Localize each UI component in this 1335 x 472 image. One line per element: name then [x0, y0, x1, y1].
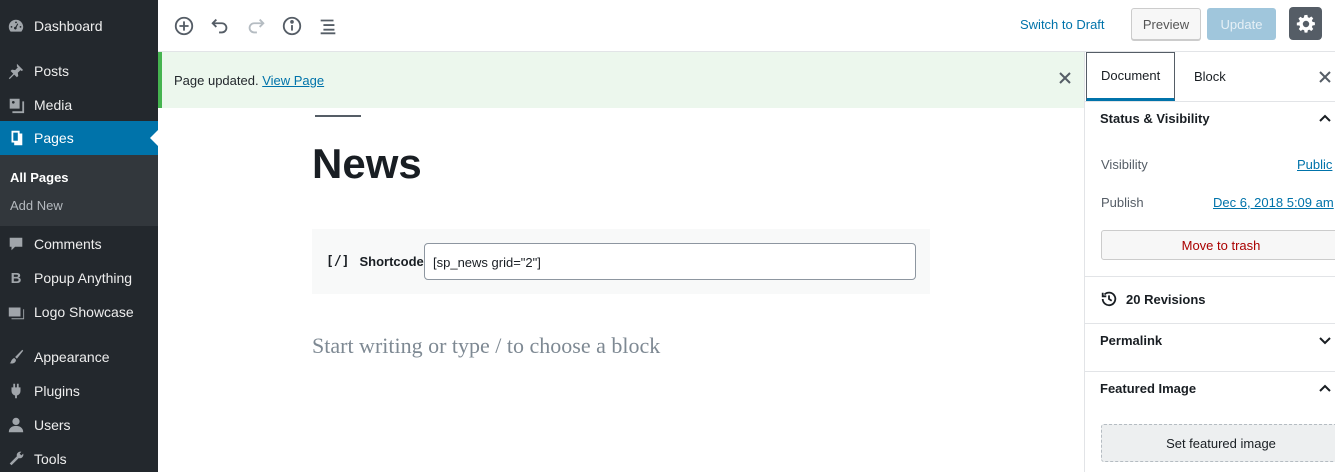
pages-submenu: All Pages Add New [0, 155, 158, 226]
shortcode-label: [/] Shortcode [326, 254, 424, 269]
chevron-up-icon [1319, 114, 1331, 122]
chevron-down-icon [1319, 337, 1331, 345]
redo-icon[interactable] [242, 12, 270, 40]
tab-document[interactable]: Document [1086, 52, 1176, 101]
dashboard-icon [6, 16, 26, 36]
divider [1085, 371, 1335, 372]
menu-label: Appearance [34, 349, 110, 365]
panel-title: Status & Visibility [1100, 110, 1210, 126]
submenu-all-pages[interactable]: All Pages [10, 170, 69, 185]
undo-icon[interactable] [206, 12, 234, 40]
b-icon: B [10, 269, 22, 287]
menu-label: Comments [34, 236, 102, 252]
menu-label: Pages [34, 130, 74, 146]
settings-button[interactable] [1289, 7, 1322, 40]
shortcode-icon: [/] [326, 254, 350, 269]
menu-item-tools[interactable]: Tools [0, 442, 158, 472]
editor-canvas: News [/] Shortcode [sp_news grid="2"] St… [158, 108, 1084, 472]
menu-item-pages[interactable]: Pages [0, 121, 158, 155]
shortcode-label-text: Shortcode [359, 254, 424, 269]
revisions-label: 20 Revisions [1126, 291, 1206, 307]
wrench-icon [6, 449, 26, 469]
pages-icon [6, 128, 26, 148]
menu-label: Popup Anything [34, 270, 133, 286]
plugin-icon [6, 381, 26, 401]
menu-item-posts[interactable]: Posts [0, 54, 158, 88]
dismiss-notice-icon[interactable] [1057, 70, 1073, 86]
gear-icon [1296, 14, 1315, 33]
settings-sidebar: Document Block Status & Visibility Visib… [1084, 52, 1335, 472]
media-icon [6, 95, 26, 115]
info-icon[interactable] [278, 12, 306, 40]
menu-label: Posts [34, 63, 70, 79]
brush-icon [6, 347, 26, 367]
revisions-link[interactable]: 20 Revisions [1100, 290, 1206, 308]
submenu-add-new[interactable]: Add New [10, 198, 63, 213]
shortcode-input[interactable]: [sp_news grid="2"] [424, 243, 916, 280]
notice-message: Page updated. View Page [174, 73, 324, 88]
chevron-up-icon [1319, 384, 1331, 392]
sidebar-tabs: Document Block [1085, 52, 1335, 102]
shortcode-block[interactable]: [/] Shortcode [sp_news grid="2"] [312, 229, 930, 294]
block-placeholder[interactable]: Start writing or type / to choose a bloc… [312, 333, 660, 359]
menu-label: Media [34, 97, 73, 113]
panel-title: Permalink [1100, 332, 1163, 348]
user-icon [6, 415, 26, 435]
menu-label: Tools [34, 451, 67, 467]
menu-label: Users [34, 417, 71, 433]
preview-button[interactable]: Preview [1131, 8, 1201, 40]
publish-date-link[interactable]: Dec 6, 2018 5:09 am [1213, 195, 1334, 210]
menu-label: Dashboard [34, 18, 103, 34]
move-to-trash-button[interactable]: Move to trash [1101, 230, 1335, 260]
menu-item-dashboard[interactable]: Dashboard [0, 9, 158, 43]
gallery-icon [6, 302, 26, 322]
editor-toolbar: Switch to Draft Preview Update [158, 0, 1335, 52]
add-block-icon[interactable] [170, 12, 198, 40]
menu-item-plugins[interactable]: Plugins [0, 374, 158, 408]
notice-text: Page updated. [174, 73, 259, 88]
admin-menu: Dashboard Posts Media Pages All Pages Ad… [0, 0, 158, 472]
divider [1085, 323, 1335, 324]
pin-icon [6, 61, 26, 81]
history-icon [1101, 291, 1117, 307]
update-button[interactable]: Update [1207, 8, 1276, 40]
switch-to-draft-button[interactable]: Switch to Draft [1020, 17, 1105, 32]
menu-item-logo-showcase[interactable]: Logo Showcase [0, 295, 158, 329]
update-notice: Page updated. View Page [158, 52, 1084, 108]
view-page-link[interactable]: View Page [262, 73, 324, 88]
menu-item-media[interactable]: Media [0, 88, 158, 122]
post-title[interactable]: News [312, 140, 422, 188]
title-separator [315, 115, 361, 117]
menu-item-comments[interactable]: Comments [0, 227, 158, 261]
divider [1085, 276, 1335, 277]
menu-item-users[interactable]: Users [0, 408, 158, 442]
menu-item-popup-anything[interactable]: B Popup Anything [0, 261, 158, 295]
publish-label: Publish [1101, 195, 1144, 210]
menu-label: Plugins [34, 383, 80, 399]
comments-icon [6, 234, 26, 254]
visibility-link[interactable]: Public [1297, 157, 1332, 172]
menu-item-appearance[interactable]: Appearance [0, 340, 158, 374]
set-featured-image-button[interactable]: Set featured image [1101, 424, 1335, 462]
close-icon[interactable] [1317, 69, 1333, 85]
tab-block[interactable]: Block [1194, 52, 1226, 101]
outline-icon[interactable] [314, 12, 342, 40]
panel-title: Featured Image [1100, 380, 1197, 396]
menu-label: Logo Showcase [34, 304, 134, 320]
visibility-label: Visibility [1101, 157, 1148, 172]
